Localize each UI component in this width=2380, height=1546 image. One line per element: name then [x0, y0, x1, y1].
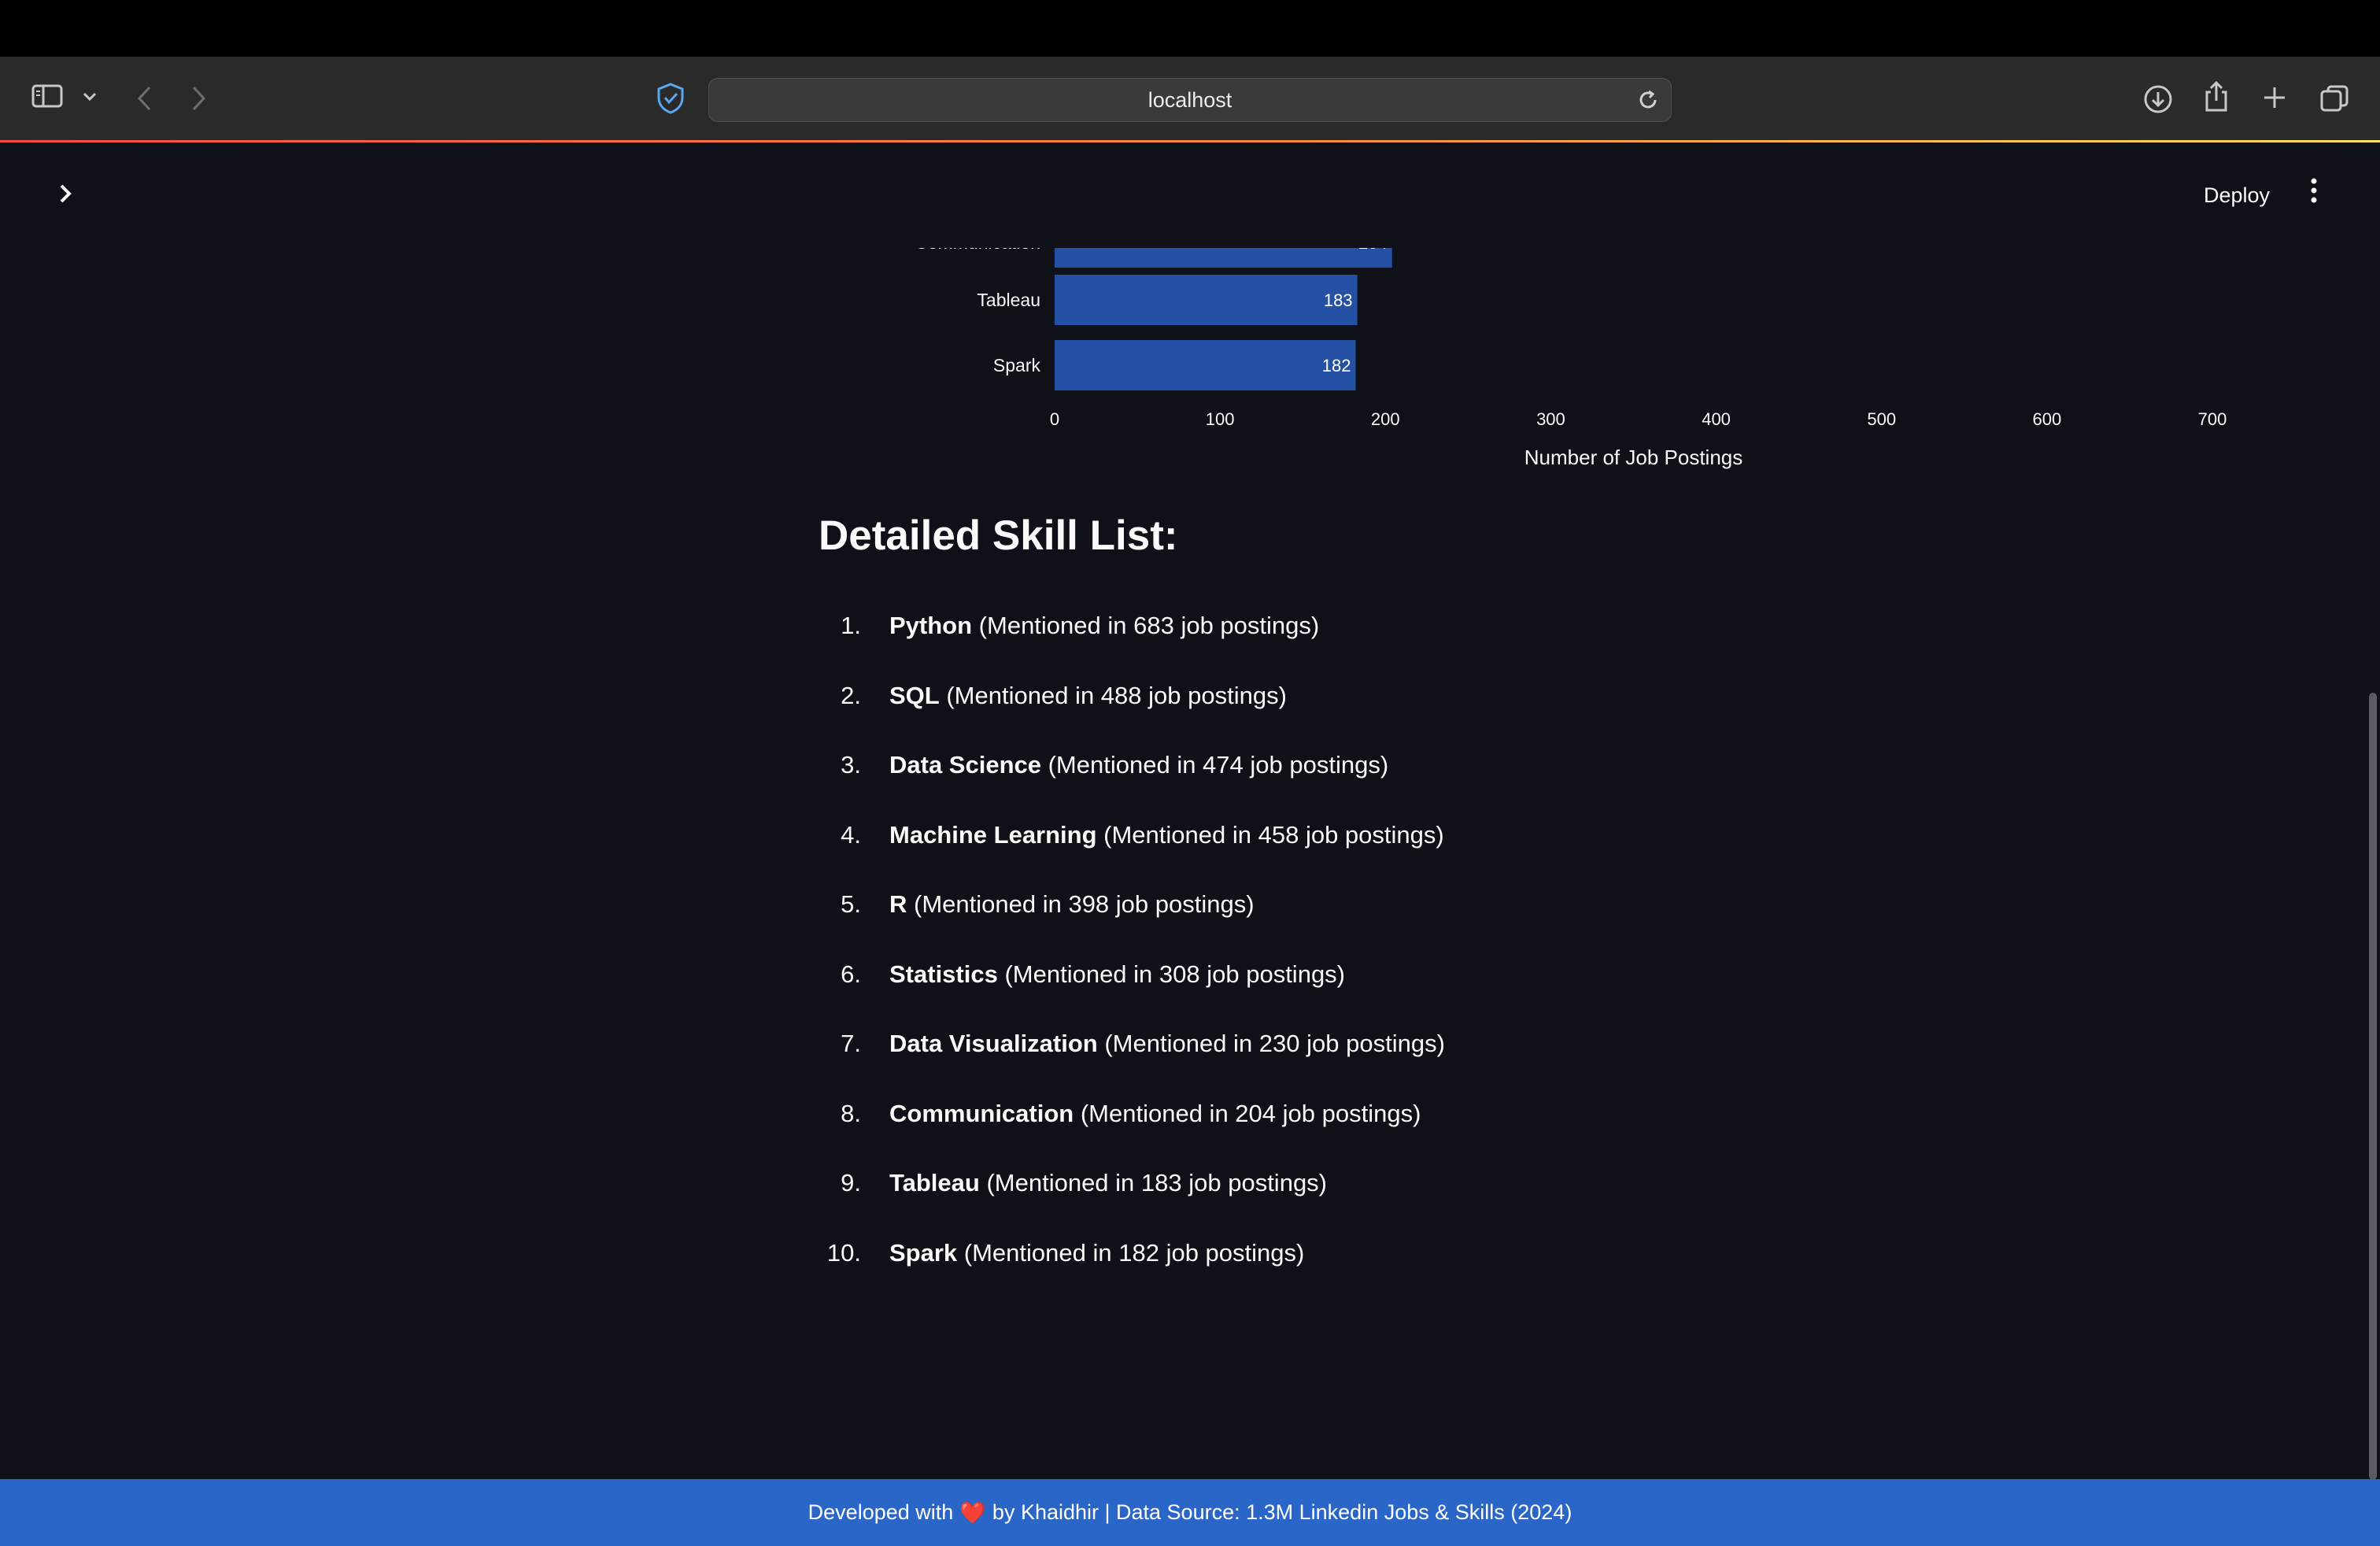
chart-category-label: Spark: [993, 355, 1041, 375]
skill-mentions: (Mentioned in 308 job postings): [997, 960, 1346, 988]
scrollbar[interactable]: [2369, 693, 2377, 1480]
deploy-button[interactable]: Deploy: [2194, 179, 2279, 213]
list-item-text: SQL (Mentioned in 488 job postings): [889, 682, 1287, 710]
privacy-shield-icon[interactable]: [655, 82, 686, 115]
skill-name: Data Visualization: [889, 1030, 1098, 1057]
list-item-text: Statistics (Mentioned in 308 job posting…: [889, 960, 1345, 989]
skill-name: SQL: [889, 681, 940, 709]
list-item-text: Data Science (Mentioned in 474 job posti…: [889, 751, 1388, 779]
footer-prefix: Developed with: [808, 1500, 954, 1524]
skill-name: Data Science: [889, 751, 1041, 779]
chart-data-label: 183: [1324, 290, 1353, 310]
skill-name: Tableau: [889, 1169, 980, 1196]
url-text: localhost: [1148, 87, 1232, 112]
list-item-number: 4.: [841, 820, 861, 849]
skill-name: Machine Learning: [889, 820, 1097, 849]
more-options-icon[interactable]: [2306, 177, 2322, 208]
list-item-number: 1.: [841, 612, 861, 639]
downloads-icon[interactable]: [2142, 83, 2174, 115]
list-item-number: 8.: [841, 1099, 861, 1127]
footer: Developed with ❤️ by Khaidhir | Data Sou…: [0, 1479, 2380, 1546]
forward-icon[interactable]: [190, 85, 208, 112]
skill-name: R: [889, 890, 907, 918]
skill-mentions: (Mentioned in 230 job postings): [1097, 1030, 1445, 1057]
chart-x-tick-label: 700: [2198, 409, 2227, 429]
reload-icon[interactable]: [1636, 88, 1660, 116]
skill-mentions: (Mentioned in 683 job postings): [972, 612, 1320, 639]
sidebar-icon[interactable]: [31, 83, 63, 109]
heart-icon: ❤️: [959, 1500, 986, 1525]
page-title: Detailed Skill List:: [819, 512, 1178, 559]
skill-mentions: (Mentioned in 488 job postings): [939, 681, 1287, 709]
chart-x-tick-label: 500: [1867, 409, 1896, 429]
skill-name: Python: [889, 612, 973, 639]
list-item-text: Data Visualization (Mentioned in 230 job…: [889, 1030, 1445, 1058]
list-item-text: Machine Learning (Mentioned in 458 job p…: [889, 821, 1444, 849]
skill-mentions: (Mentioned in 204 job postings): [1074, 1099, 1421, 1127]
chart-bar: [1055, 340, 1356, 390]
skill-mentions: (Mentioned in 183 job postings): [979, 1169, 1328, 1196]
chart-category-label: Tableau: [977, 290, 1040, 310]
chart-x-tick-label: 200: [1371, 409, 1400, 429]
list-item-text: Spark (Mentioned in 182 job postings): [889, 1239, 1304, 1267]
list-item-text: Python (Mentioned in 683 job postings): [889, 612, 1319, 640]
browser-toolbar: localhost: [0, 57, 2380, 142]
chart-bar: [1055, 275, 1358, 325]
back-icon[interactable]: [135, 85, 153, 112]
skill-name: Spark: [889, 1238, 958, 1267]
list-item-number: 6.: [841, 960, 861, 988]
chart-x-tick-label: 100: [1206, 409, 1235, 429]
main-content: Detailed Skill List: 1. Python (Mentioned…: [819, 512, 1606, 1267]
tab-overview-icon[interactable]: [2319, 83, 2350, 115]
skill-mentions: (Mentioned in 458 job postings): [1096, 820, 1444, 849]
list-item-text: Tableau (Mentioned in 183 job postings): [889, 1169, 1327, 1197]
skill-name: Statistics: [889, 960, 998, 988]
list-item-number: 9.: [841, 1169, 861, 1196]
skill-mentions: (Mentioned in 182 job postings): [957, 1238, 1305, 1267]
list-item-number: 5.: [841, 890, 861, 918]
chart-x-tick-label: 0: [1050, 409, 1059, 429]
chart-x-axis-title: Number of Job Postings: [1524, 446, 1743, 469]
list-item-text: R (Mentioned in 398 job postings): [889, 890, 1255, 919]
chart-x-tick-label: 300: [1536, 409, 1565, 429]
skill-mentions: (Mentioned in 398 job postings): [907, 890, 1255, 918]
chart-x-tick-label: 400: [1702, 409, 1731, 429]
chevron-right-icon[interactable]: [54, 182, 77, 209]
new-tab-icon[interactable]: [2260, 83, 2289, 112]
list-item-number: 3.: [841, 751, 861, 779]
footer-suffix: by Khaidhir | Data Source: 1.3M Linkedin…: [992, 1500, 1572, 1524]
chevron-down-icon[interactable]: [82, 91, 98, 102]
address-bar[interactable]: localhost: [708, 78, 1672, 122]
list-item-number: 10.: [826, 1238, 861, 1267]
list-item-text: Communication (Mentioned in 204 job post…: [889, 1100, 1421, 1128]
skill-mentions: (Mentioned in 474 job postings): [1041, 751, 1389, 779]
skill-name: Communication: [889, 1099, 1074, 1127]
share-icon[interactable]: [2202, 80, 2230, 113]
chart-data-label: 182: [1322, 356, 1351, 375]
os-menu-bar: [0, 0, 2380, 57]
list-item-number: 7.: [841, 1030, 861, 1057]
chart-x-tick-label: 600: [2032, 409, 2061, 429]
list-item-number: 2.: [841, 681, 861, 709]
app-header: Deploy: [0, 142, 2380, 248]
